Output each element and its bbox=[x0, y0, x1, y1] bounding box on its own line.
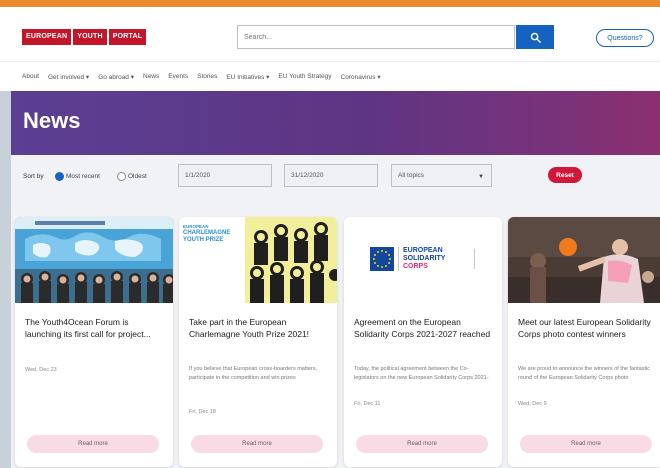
card-title[interactable]: The Youth4Ocean Forum is launching its f… bbox=[25, 316, 163, 340]
date-to-value: 31/12/2020 bbox=[291, 172, 324, 179]
nav-item-about[interactable]: About bbox=[22, 73, 39, 80]
topic-select-value: All topics bbox=[398, 172, 425, 179]
read-more-button[interactable]: Read more bbox=[191, 435, 323, 453]
search-input[interactable] bbox=[237, 25, 515, 49]
sort-label: Sort by bbox=[23, 173, 44, 180]
card-description: Today, the political agreement between t… bbox=[354, 366, 489, 381]
topic-select[interactable]: All topics ▼ bbox=[391, 164, 492, 187]
sort-radio-most-recent[interactable] bbox=[55, 172, 64, 181]
card-date: Fri, Dec 18 bbox=[189, 409, 216, 415]
corps-logo-line: SOLIDARITY bbox=[403, 255, 446, 262]
nav-item-eu-initiatives[interactable]: EU Initiatives ▾ bbox=[226, 73, 269, 81]
date-from-field[interactable]: 1/1/2020 bbox=[178, 164, 272, 187]
card-image-world-map bbox=[15, 217, 173, 303]
nav-item-coronavirus[interactable]: Coronavirus ▾ bbox=[341, 73, 381, 81]
nav-item-get-involved[interactable]: Get involved ▾ bbox=[48, 73, 89, 81]
sort-radio-oldest[interactable] bbox=[117, 172, 126, 181]
card-title[interactable]: Meet our latest European Solidarity Corp… bbox=[518, 316, 656, 340]
news-card-grid: The Youth4Ocean Forum is launching its f… bbox=[11, 207, 660, 468]
card-image-charlemagne-prize: EUROPEAN CHARLEMAGNE YOUTH PRIZE bbox=[179, 217, 337, 303]
reset-button[interactable]: Reset bbox=[548, 167, 582, 183]
nav-item-eu-youth-strategy[interactable]: EU Youth Strategy bbox=[278, 73, 331, 80]
date-from-value: 1/1/2020 bbox=[185, 172, 211, 179]
sort-option-oldest-label[interactable]: Oldest bbox=[128, 173, 147, 180]
card-date: Wed, Dec 9 bbox=[518, 401, 547, 407]
card-title[interactable]: Take part in the European Charlemagne Yo… bbox=[189, 316, 327, 340]
page-hero-banner: News bbox=[11, 91, 660, 155]
prize-label-line: YOUTH PRIZE bbox=[183, 237, 224, 243]
left-edge-strip bbox=[0, 91, 11, 468]
chevron-down-icon: ▼ bbox=[478, 174, 484, 180]
site-header: EUROPEAN YOUTH PORTAL Questions? bbox=[0, 7, 660, 61]
nav-item-stories[interactable]: Stories bbox=[197, 73, 217, 80]
questions-button[interactable]: Questions? bbox=[596, 29, 654, 47]
site-logo[interactable]: EUROPEAN YOUTH PORTAL bbox=[22, 29, 148, 45]
news-card[interactable]: The Youth4Ocean Forum is launching its f… bbox=[15, 217, 173, 467]
card-image-solidarity-corps-logo: EUROPEAN SOLIDARITY CORPS bbox=[344, 217, 502, 303]
prize-label-line: EUROPEAN bbox=[183, 224, 209, 229]
page-title: News bbox=[23, 108, 81, 133]
nav-item-go-abroad[interactable]: Go abroad ▾ bbox=[98, 73, 134, 81]
card-image-photo-contest bbox=[508, 217, 660, 303]
card-date: Wed, Dec 23 bbox=[25, 367, 57, 373]
logo-word: YOUTH bbox=[73, 29, 107, 45]
prize-label-line: CHARLEMAGNE bbox=[183, 230, 231, 236]
sort-option-most-recent-label[interactable]: Most recent bbox=[66, 173, 100, 180]
corps-logo-line: EUROPEAN bbox=[403, 247, 443, 254]
news-card[interactable]: Meet our latest European Solidarity Corp… bbox=[508, 217, 660, 467]
card-description: If you believe that European cross-board… bbox=[189, 366, 318, 381]
main-navigation: About Get involved ▾ Go abroad ▾ News Ev… bbox=[0, 61, 660, 91]
nav-item-events[interactable]: Events bbox=[168, 73, 188, 80]
search-button[interactable] bbox=[516, 25, 554, 49]
logo-word: EUROPEAN bbox=[22, 29, 72, 45]
top-accent-stripe bbox=[0, 0, 660, 7]
card-title[interactable]: Agreement on the European Solidarity Cor… bbox=[354, 316, 492, 340]
news-card[interactable]: EUROPEAN CHARLEMAGNE YOUTH PRIZE Take pa… bbox=[179, 217, 337, 467]
nav-item-news[interactable]: News bbox=[143, 73, 159, 80]
filter-bar: Sort by Most recent Oldest 1/1/2020 31/1… bbox=[11, 155, 660, 207]
card-description: We are proud to announce the winners of … bbox=[518, 366, 650, 381]
search-icon bbox=[530, 32, 541, 43]
card-date: Fri, Dec 11 bbox=[354, 401, 381, 407]
date-to-field[interactable]: 31/12/2020 bbox=[284, 164, 378, 187]
news-card[interactable]: EUROPEAN SOLIDARITY CORPS Agreement on t… bbox=[344, 217, 502, 467]
read-more-button[interactable]: Read more bbox=[27, 435, 159, 453]
corps-logo-line: CORPS bbox=[403, 263, 428, 270]
read-more-button[interactable]: Read more bbox=[520, 435, 652, 453]
read-more-button[interactable]: Read more bbox=[356, 435, 488, 453]
logo-word: PORTAL bbox=[108, 29, 147, 45]
